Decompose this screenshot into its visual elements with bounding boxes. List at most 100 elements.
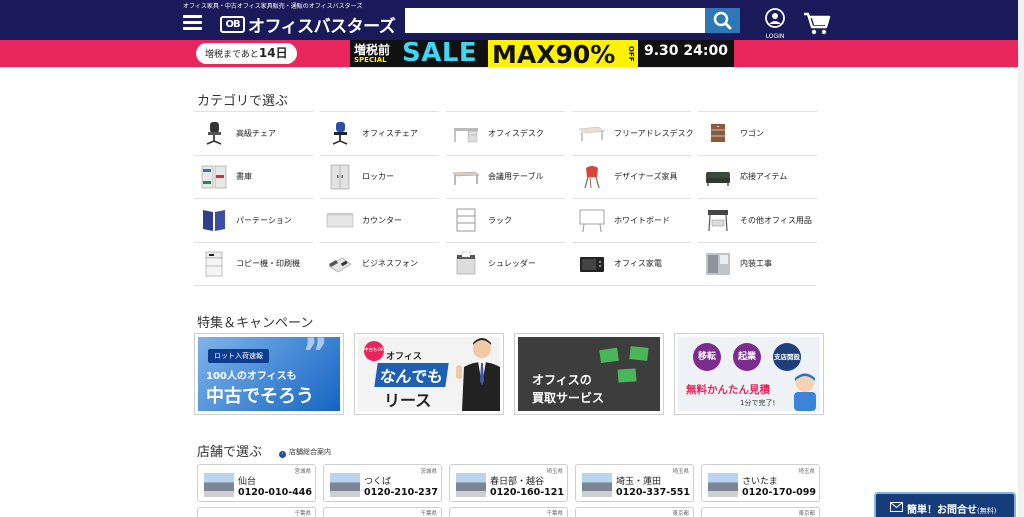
whiteboard-icon: [579, 209, 605, 233]
campaign-free-estimate[interactable]: 移転 起業 支店開設 無料かんたん見積 1分で完了!: [674, 333, 824, 415]
category-item-other-supplies[interactable]: その他オフィス用品: [698, 198, 817, 242]
page: オフィス家具・中古オフィス家具販売・通販のオフィスバスターズ OB オフィスバス…: [0, 0, 1024, 517]
category-item-luxury-chair[interactable]: 高級チェア: [194, 111, 313, 155]
category-item-wagon[interactable]: ワゴン: [698, 111, 817, 155]
category-label: パーテーション: [236, 215, 292, 225]
category-label: 応接アイテム: [740, 172, 788, 182]
page-scrollbar[interactable]: [1018, 0, 1024, 517]
search-button[interactable]: [705, 8, 740, 33]
store-prefecture: 宮城県: [294, 469, 311, 475]
header-divider: [0, 67, 1024, 68]
contact-label: 簡単！お問合せ: [907, 505, 977, 516]
mail-icon: [890, 502, 903, 512]
store-card-hasuda[interactable]: 埼玉県 埼玉・蓮田 0120-337-551: [575, 464, 694, 502]
rack-icon: [456, 208, 476, 232]
store-guide-link[interactable]: › 店舗総合案内: [279, 447, 331, 458]
category-grid: 高級チェア オフィスチェア オフィスデスク フリーアドレスデスク ワゴン 書庫 …: [194, 111, 820, 285]
category-item-designer[interactable]: デザイナーズ家具: [572, 154, 691, 199]
category-item-shredder[interactable]: シュレッダー: [446, 241, 565, 286]
flow-diagram-icon: [599, 346, 649, 383]
store-photo: [330, 473, 360, 497]
campaign-bubble-1: 移転: [693, 343, 721, 371]
category-label: オフィスチェア: [362, 128, 418, 138]
partition-icon: [203, 210, 225, 232]
bookcase-icon: [201, 165, 227, 189]
category-label: フリーアドレスデスク: [614, 128, 694, 138]
category-item-bookcase[interactable]: 書庫: [194, 154, 313, 199]
store-card-saitama[interactable]: 埼玉県 さいたま 0120-170-099: [701, 464, 820, 502]
store-card[interactable]: 東京都: [701, 507, 820, 517]
category-label: ロッカー: [362, 172, 394, 182]
category-label: 会議用テーブル: [488, 172, 544, 182]
store-prefecture: 東京都: [798, 511, 815, 517]
campaign-buyback[interactable]: オフィスの 買取サービス: [514, 333, 664, 415]
category-item-meeting-table[interactable]: 会議用テーブル: [446, 154, 565, 199]
category-item-interior-work[interactable]: 内装工事: [698, 241, 817, 286]
store-list-row-2: 千葉県 千葉県 千葉県 東京都 東京都: [197, 507, 827, 517]
category-item-free-address-desk[interactable]: フリーアドレスデスク: [572, 111, 694, 155]
menu-icon[interactable]: [183, 15, 202, 30]
campaign-lot-arrival[interactable]: ロット入荷速報 ” 100人のオフィスも 中古でそろう: [194, 333, 344, 415]
contact-button[interactable]: 簡単！お問合せ(無料): [874, 492, 1016, 517]
category-item-business-phone[interactable]: ビジネスフォン: [320, 241, 439, 286]
store-phone: 0120-010-446: [238, 487, 312, 498]
sale-max-box: MAX90% OFF: [488, 40, 638, 67]
category-label: オフィスデスク: [488, 128, 544, 138]
category-item-appliance[interactable]: オフィス家電: [572, 241, 691, 286]
category-item-office-desk[interactable]: オフィスデスク: [446, 111, 565, 155]
site-logo[interactable]: OB オフィスバスターズ: [220, 12, 396, 37]
businessman-icon: [456, 338, 500, 411]
category-item-office-chair[interactable]: オフィスチェア: [320, 111, 439, 155]
sale-special-label: SPECIAL: [354, 56, 387, 64]
category-item-counter[interactable]: カウンター: [320, 198, 439, 242]
campaign-lease[interactable]: 中古もOK! オフィス なんでも リース: [354, 333, 504, 415]
counter-icon: [326, 213, 354, 228]
store-card[interactable]: 東京都: [575, 507, 694, 517]
category-item-partition[interactable]: パーテーション: [194, 198, 313, 242]
category-label: その他オフィス用品: [740, 215, 812, 225]
campaign-section-title: 特集＆キャンペーン: [197, 316, 314, 331]
store-card-sendai[interactable]: 宮城県 仙台 0120-010-446: [197, 464, 316, 502]
countdown-prefix: 増税まであと: [205, 50, 259, 60]
campaign-line-2: 買取サービス: [532, 391, 605, 405]
category-item-whiteboard[interactable]: ホワイトボード: [572, 198, 691, 242]
user-icon: [765, 8, 785, 28]
wagon-icon: [711, 124, 725, 143]
category-item-reception[interactable]: 応接アイテム: [698, 154, 817, 199]
store-name: 埼玉・蓮田: [616, 477, 662, 487]
category-label: 内装工事: [740, 259, 772, 269]
store-card[interactable]: 千葉県: [449, 507, 568, 517]
category-label: 書庫: [236, 172, 252, 182]
store-card[interactable]: 千葉県: [323, 507, 442, 517]
store-card-kasukabe[interactable]: 埼玉県 春日部・越谷 0120-160-121: [449, 464, 568, 502]
store-phone: 0120-210-237: [364, 487, 438, 498]
meeting-table-icon: [452, 171, 480, 185]
store-prefecture: 千葉県: [294, 511, 311, 517]
campaign-badge: 中古もOK!: [364, 341, 386, 361]
sale-banner-link[interactable]: 増税前 SPECIAL SALE MAX90% OFF 9.30 24:00: [350, 40, 734, 67]
category-item-locker[interactable]: ロッカー: [320, 154, 439, 199]
business-phone-icon: [328, 257, 352, 273]
cart-button[interactable]: [802, 10, 832, 36]
store-prefecture: 埼玉県: [672, 469, 689, 475]
store-photo: [582, 473, 612, 497]
search-input[interactable]: [405, 8, 705, 33]
campaign-line-2: 1分で完了!: [740, 399, 776, 407]
category-item-copier[interactable]: コピー機・印刷機: [194, 241, 313, 286]
login-button[interactable]: LOGIN: [760, 8, 790, 40]
store-photo: [204, 473, 234, 497]
store-prefecture: 埼玉県: [798, 469, 815, 475]
store-name: つくば: [364, 477, 392, 487]
store-prefecture: 千葉県: [420, 511, 437, 517]
logo-mark: OB: [220, 16, 245, 33]
campaign-line-3: リース: [384, 391, 432, 410]
store-phone: 0120-170-099: [742, 487, 816, 498]
store-card-tsukuba[interactable]: 茨城県 つくば 0120-210-237: [323, 464, 442, 502]
store-name: 仙台: [238, 477, 257, 487]
store-name: さいたま: [742, 477, 778, 487]
category-label: ビジネスフォン: [362, 259, 418, 269]
category-label: デザイナーズ家具: [614, 172, 678, 182]
store-card[interactable]: 千葉県: [197, 507, 316, 517]
category-label: カウンター: [362, 215, 402, 225]
category-item-rack[interactable]: ラック: [446, 198, 565, 242]
